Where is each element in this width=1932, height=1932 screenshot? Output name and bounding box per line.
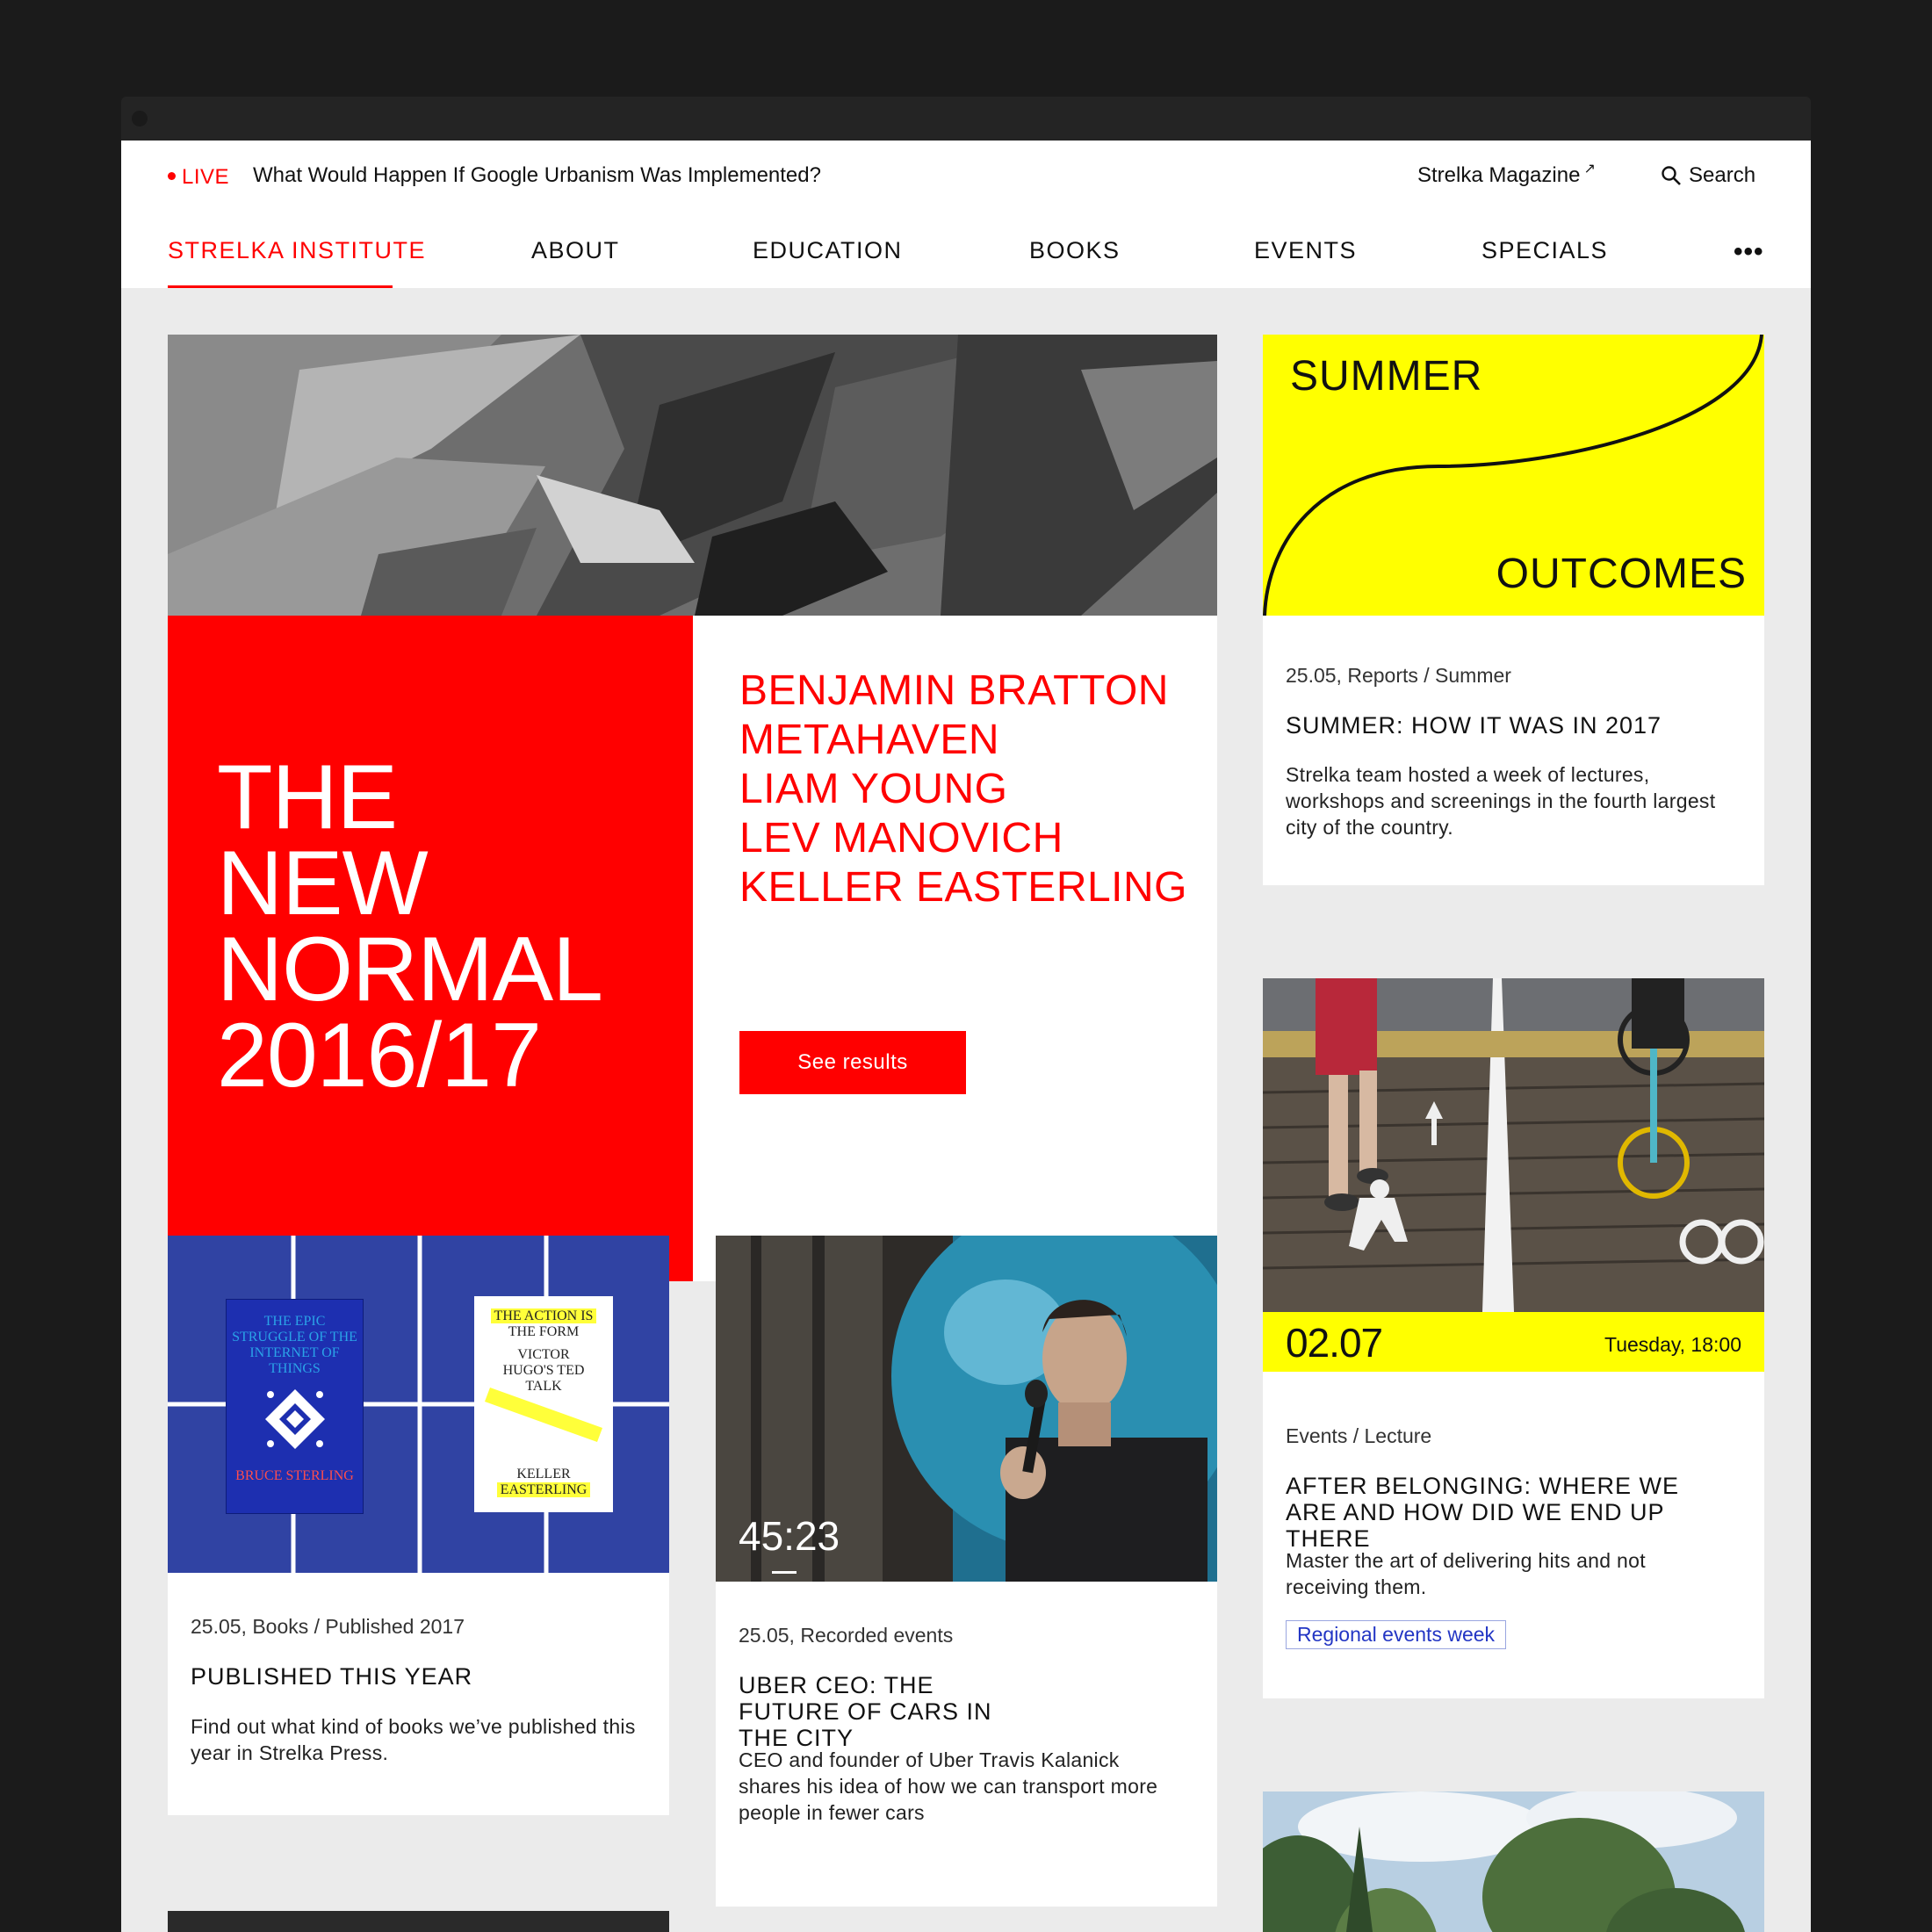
video-card[interactable]: 25.05, Recorded events UBER CEO: THE FUT… (716, 1582, 1217, 1907)
partial-card-image[interactable] (1263, 1791, 1764, 1932)
card-text: Strelka team hosted a week of lectures, … (1286, 763, 1716, 839)
video-card-image[interactable]: 45:23 (716, 1236, 1217, 1582)
search-button[interactable]: Search (1661, 163, 1755, 188)
nav-specials[interactable]: SPECIALS (1481, 237, 1608, 264)
rock-photo (168, 335, 1217, 616)
live-dot-icon (168, 172, 176, 181)
hero-title: THE NEW NORMAL 2016/17 (217, 746, 603, 1107)
header: LIVE What Would Happen If Google Urbanis… (121, 141, 1811, 288)
card-title[interactable]: AFTER BELONGING: WHERE WE ARE AND HOW DI… (1286, 1473, 1725, 1552)
card-text: Master the art of delivering hits and no… (1286, 1549, 1646, 1598)
live-label: LIVE (182, 165, 230, 189)
summer-card[interactable]: 25.05, Reports / Summer SUMMER: HOW IT W… (1263, 616, 1764, 885)
nav-education[interactable]: EDUCATION (753, 237, 903, 264)
event-card-image[interactable] (1263, 978, 1764, 1312)
hero-title-line: THE (217, 746, 398, 848)
browser-chrome (121, 97, 1811, 141)
yellow-stripe (485, 1388, 602, 1442)
page: LIVE What Would Happen If Google Urbanis… (121, 141, 1811, 1932)
boardwalk-photo (1263, 978, 1764, 1312)
video-duration: 45:23 (739, 1513, 840, 1559)
book-title: THE EPIC STRUGGLE OF THE INTERNET OF THI… (232, 1314, 357, 1376)
summer-card-image[interactable]: SUMMER OUTCOMES (1263, 335, 1764, 616)
event-tag[interactable]: Regional events week (1286, 1620, 1507, 1649)
card-title[interactable]: SUMMER: HOW IT WAS IN 2017 (1286, 712, 1742, 739)
nav-books[interactable]: BOOKS (1029, 237, 1121, 264)
book-author-line: KELLER (516, 1467, 571, 1481)
books-card-image[interactable]: THE EPIC STRUGGLE OF THE INTERNET OF THI… (168, 1236, 669, 1573)
external-link-icon: ↗ (1583, 162, 1596, 177)
card-meta: Events / Lecture (1286, 1424, 1432, 1447)
speaker-list: BENJAMIN BRATTON METAHAVEN LIAM YOUNG LE… (739, 667, 1187, 912)
magazine-link[interactable]: Strelka Magazine ↗ (1417, 162, 1596, 188)
card-meta: 25.05, Books / Published 2017 (191, 1615, 465, 1638)
search-label: Search (1689, 163, 1756, 187)
window-dot[interactable] (132, 111, 148, 126)
hero-image[interactable] (168, 335, 1217, 616)
tag-label: Regional events week (1286, 1620, 1507, 1649)
speaker-name: METAHAVEN (739, 717, 1000, 763)
card-meta: 25.05, Reports / Summer (1286, 664, 1511, 687)
book-cover-action-is-the-form[interactable]: THE ACTION IS THE FORM VICTOR HUGO'S TED… (474, 1296, 613, 1512)
book-author: KELLER EASTERLING (474, 1467, 613, 1498)
nav-about[interactable]: ABOUT (531, 237, 620, 264)
video-progress-bar[interactable] (772, 1571, 797, 1574)
search-icon (1662, 166, 1681, 185)
nav-active-underline (168, 285, 393, 288)
partial-card-dark[interactable] (168, 1911, 669, 1932)
live-indicator[interactable]: LIVE (168, 165, 229, 190)
see-results-button[interactable]: See results (739, 1031, 966, 1094)
book-title: THE ACTION IS THE FORM VICTOR HUGO'S TED… (474, 1308, 613, 1395)
live-headline-link[interactable]: What Would Happen If Google Urbanism Was… (253, 163, 821, 188)
card-text: Find out what kind of books we’ve publis… (191, 1715, 636, 1764)
book-author-line: EASTERLING (496, 1482, 591, 1497)
summer-image-title-top: SUMMER (1290, 353, 1483, 400)
summer-image-title-bottom: OUTCOMES (1496, 551, 1747, 597)
event-date: 02.07 (1286, 1320, 1383, 1366)
trees-photo (1263, 1791, 1764, 1932)
speaker-name: LEV MANOVICH (739, 815, 1063, 861)
hero-title-line: NEW (217, 833, 429, 934)
book-title-highlight: THE ACTION IS (490, 1308, 597, 1323)
speaker-name: KELLER EASTERLING (739, 864, 1188, 911)
event-date-bar: 02.07 Tuesday, 18:00 (1263, 1312, 1764, 1372)
book-author: BRUCE STERLING (235, 1468, 354, 1483)
hero-title-panel[interactable]: THE NEW NORMAL 2016/17 (168, 616, 693, 1281)
chip-logo-icon (265, 1389, 325, 1449)
card-title[interactable]: UBER CEO: THE FUTURE OF CARS IN THE CITY (739, 1672, 1028, 1751)
more-menu-icon[interactable]: ••• (1734, 237, 1764, 267)
nav-strelka-institute[interactable]: STRELKA INSTITUTE (168, 237, 426, 264)
books-card[interactable]: 25.05, Books / Published 2017 PUBLISHED … (168, 1573, 669, 1815)
book-cover-internet-of-things[interactable]: THE EPIC STRUGGLE OF THE INTERNET OF THI… (226, 1299, 364, 1514)
card-title[interactable]: PUBLISHED THIS YEAR (191, 1663, 647, 1690)
speaker-name: LIAM YOUNG (739, 766, 1008, 812)
event-time: Tuesday, 18:00 (1604, 1333, 1741, 1356)
hero-speakers-panel: BENJAMIN BRATTON METAHAVEN LIAM YOUNG LE… (693, 616, 1217, 1281)
book-title-rest: THE FORM (508, 1324, 580, 1339)
hero-title-line: NORMAL (217, 919, 603, 1020)
speaker-name: BENJAMIN BRATTON (739, 667, 1169, 714)
event-card[interactable]: Events / Lecture AFTER BELONGING: WHERE … (1263, 1372, 1764, 1698)
magazine-link-label: Strelka Magazine (1417, 163, 1581, 187)
nav-events[interactable]: EVENTS (1254, 237, 1357, 264)
card-text: CEO and founder of Uber Travis Kalanick … (739, 1748, 1158, 1824)
hero-title-line: 2016/17 (217, 1005, 542, 1107)
card-meta: 25.05, Recorded events (739, 1624, 954, 1647)
